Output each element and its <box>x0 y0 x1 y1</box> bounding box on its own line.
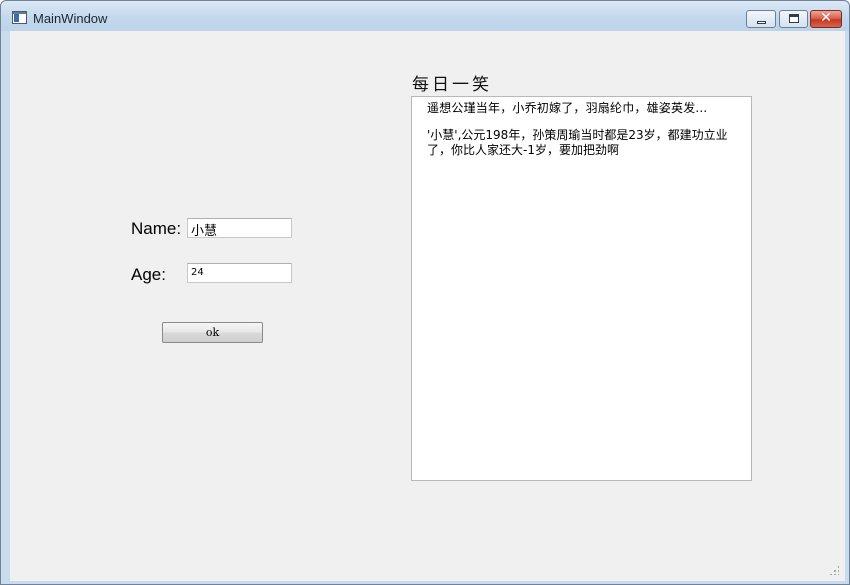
window-app-icon <box>12 11 27 24</box>
title-bar[interactable]: MainWindow ✕ <box>1 1 849 31</box>
minimize-icon <box>757 21 766 24</box>
age-field[interactable]: 24 <box>187 263 292 283</box>
close-icon: ✕ <box>820 10 832 26</box>
minimize-button[interactable] <box>746 10 776 28</box>
joke-line-1: 遥想公瑾当年，小乔初嫁了，羽扇纶巾，雄姿英发... <box>427 101 708 115</box>
joke-heading: 每日一笑 <box>412 75 492 95</box>
close-button[interactable]: ✕ <box>810 10 842 28</box>
window-title: MainWindow <box>33 11 108 26</box>
name-label: Name: <box>131 219 182 238</box>
client-area: Name: 小慧 Age: 24 ok 每日一笑 遥想公瑾当年，小乔初嫁了，羽扇… <box>10 31 845 581</box>
ok-button[interactable]: ok <box>162 322 263 343</box>
resize-grip-icon[interactable] <box>829 565 839 575</box>
age-label: Age: <box>131 265 166 284</box>
joke-line-2: '小慧',公元198年，孙策周瑜当时都是23岁，都建功立业了，你比人家还大-1岁… <box>427 128 728 157</box>
maximize-icon <box>789 14 799 23</box>
name-field[interactable]: 小慧 <box>187 218 292 239</box>
joke-text-area[interactable]: 遥想公瑾当年，小乔初嫁了，羽扇纶巾，雄姿英发... '小慧',公元198年，孙策… <box>411 96 752 481</box>
maximize-button[interactable] <box>779 10 808 28</box>
main-window: MainWindow ✕ Name: 小慧 Age: 24 ok 每日一笑 遥想… <box>0 0 850 585</box>
